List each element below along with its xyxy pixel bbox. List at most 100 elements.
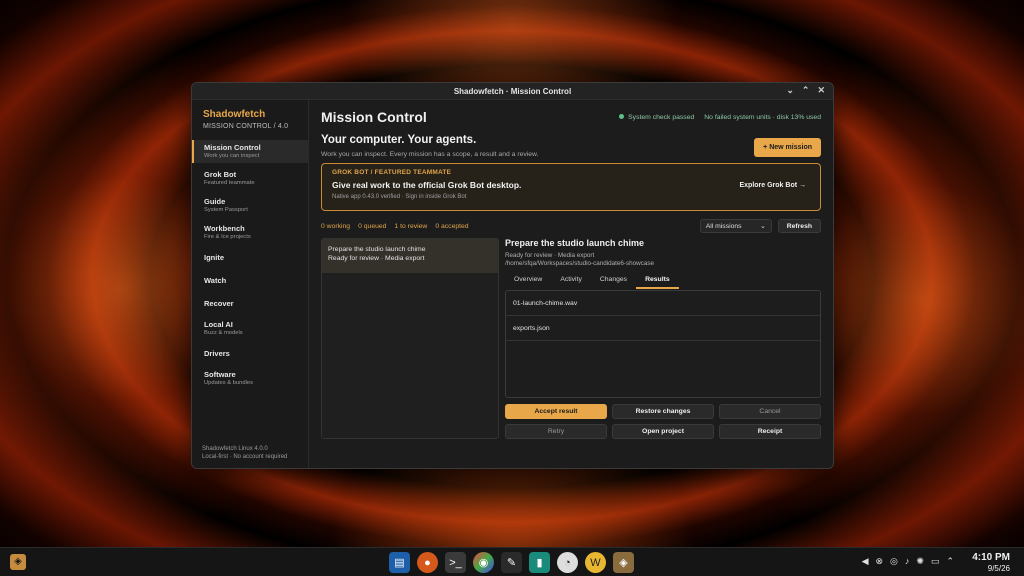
browser-icon[interactable]: ◉ xyxy=(473,552,494,573)
sidebar-item-label: Ignite xyxy=(204,253,224,262)
feature-meta: Native app 0.43.0 verified · Sign in ins… xyxy=(332,194,467,200)
volume-icon[interactable]: ♪ xyxy=(905,556,910,567)
sidebar-item-label: Recover xyxy=(204,299,234,308)
mission-list: Prepare the studio launch chime Ready fo… xyxy=(321,238,499,439)
sidebar-item-drivers[interactable]: Drivers xyxy=(192,344,308,363)
app-launcher-icon[interactable]: ◈ xyxy=(10,554,26,570)
new-mission-button[interactable]: + New mission xyxy=(754,138,821,157)
terminal-icon[interactable]: >_ xyxy=(445,552,466,573)
refresh-button[interactable]: Refresh xyxy=(777,219,821,233)
clock-date: 9/5/26 xyxy=(987,564,1010,573)
sidebar-item-grok-bot[interactable]: Grok Bot Featured teammate xyxy=(192,167,308,190)
hero-subtitle: Work you can inspect. Every mission has … xyxy=(321,151,539,158)
sidebar-item-label: Watch xyxy=(204,276,227,285)
cancel-button[interactable]: Cancel xyxy=(719,404,821,419)
firefox-icon[interactable]: ● xyxy=(417,552,438,573)
taskbar-apps: ▤ ● >_ ◉ ✎ ▮ ◔ W ◈ xyxy=(389,552,634,573)
accept-result-button[interactable]: Accept result xyxy=(505,404,607,419)
detail-path: /home/sfqa/Workspaces/studio-candidate6-… xyxy=(505,260,654,267)
explore-grok-bot-link[interactable]: Explore Grok Bot → xyxy=(739,182,806,189)
window-title: Shadowfetch · Mission Control xyxy=(453,86,572,96)
chevron-up-icon[interactable]: ⌃ xyxy=(946,556,954,567)
sidebar-item-label: Workbench xyxy=(204,224,245,233)
status-check: System check passed xyxy=(619,114,694,121)
mission-state: Ready for review · Media export xyxy=(328,255,425,262)
sidebar-item-sub: Work you can inspect xyxy=(204,153,260,159)
display-icon[interactable]: ▭ xyxy=(931,556,940,567)
sidebar-item-workbench[interactable]: Workbench Fire & Ice projects xyxy=(192,221,308,244)
sidebar-item-mission-control[interactable]: Mission Control Work you can inspect xyxy=(192,140,308,163)
close-icon[interactable]: ✕ xyxy=(817,85,825,96)
system-status: System check passed No failed system uni… xyxy=(619,114,821,121)
dashboard-icon[interactable]: ◔ xyxy=(557,552,578,573)
open-project-button[interactable]: Open project xyxy=(612,424,714,439)
count-review: 1 to review xyxy=(394,222,428,230)
mission-counts: 0 working 0 queued 1 to review 0 accepte… xyxy=(321,223,469,230)
wiki-icon[interactable]: W xyxy=(585,552,606,573)
sidebar-item-local-ai[interactable]: Local AI Buzz & models xyxy=(192,317,308,340)
gimp-icon[interactable]: ✎ xyxy=(501,552,522,573)
minimize-icon[interactable]: ⌄ xyxy=(786,85,794,96)
tab-results[interactable]: Results xyxy=(636,273,679,289)
count-queued: 0 queued xyxy=(358,222,387,230)
receipt-button[interactable]: Receipt xyxy=(719,424,821,439)
list-item[interactable]: exports.json xyxy=(506,316,820,341)
sidebar-item-guide[interactable]: Guide System Passport xyxy=(192,194,308,217)
sidebar-footer: Shadowfetch Linux 4.0.0 Local-first · No… xyxy=(202,445,287,461)
sidebar-item-label: Local AI xyxy=(204,320,233,329)
sidebar: Shadowfetch MISSION CONTROL / 4.0 Missio… xyxy=(192,100,309,468)
app-window: Shadowfetch · Mission Control ⌄ ⌃ ✕ Shad… xyxy=(191,82,834,469)
mission-name: Prepare the studio launch chime xyxy=(328,246,426,253)
sidebar-item-ignite[interactable]: Ignite xyxy=(192,248,308,267)
brand-subtitle: MISSION CONTROL / 4.0 xyxy=(203,123,289,130)
editor-icon[interactable]: ▮ xyxy=(529,552,550,573)
file-manager-icon[interactable]: ▤ xyxy=(389,552,410,573)
action-buttons: Accept result Restore changes Cancel Ret… xyxy=(505,404,821,439)
brand-name: Shadowfetch xyxy=(203,109,266,120)
featured-banner: GROK BOT / FEATURED TEAMMATE Give real w… xyxy=(321,163,821,211)
maximize-icon[interactable]: ⌃ xyxy=(802,85,810,96)
sidebar-item-sub: Updates & bundles xyxy=(204,380,253,386)
list-item[interactable]: 01-launch-chime.wav xyxy=(506,291,820,316)
network-icon[interactable]: ◎ xyxy=(890,556,898,567)
main-panel: Mission Control System check passed No f… xyxy=(309,100,833,468)
sidebar-item-label: Guide xyxy=(204,197,226,206)
restore-changes-button[interactable]: Restore changes xyxy=(612,404,714,419)
feature-title: Give real work to the official Grok Bot … xyxy=(332,180,522,190)
tab-activity[interactable]: Activity xyxy=(551,273,591,289)
count-working: 0 working xyxy=(321,222,351,230)
hero-title: Your computer. Your agents. xyxy=(321,134,477,146)
mission-filter-value: All missions xyxy=(705,222,742,230)
sidebar-item-software[interactable]: Software Updates & bundles xyxy=(192,367,308,390)
mission-detail: Prepare the studio launch chime Ready fo… xyxy=(505,238,821,439)
tab-overview[interactable]: Overview xyxy=(505,273,551,289)
sidebar-item-sub: Buzz & models xyxy=(204,330,243,336)
detail-title: Prepare the studio launch chime xyxy=(505,238,645,248)
os-tagline: Local-first · No account required xyxy=(202,454,288,460)
title-bar: Shadowfetch · Mission Control ⌄ ⌃ ✕ xyxy=(192,83,833,100)
sidebar-item-label: Mission Control xyxy=(204,143,261,152)
sidebar-item-label: Drivers xyxy=(204,349,230,358)
tab-changes[interactable]: Changes xyxy=(591,273,636,289)
page-title: Mission Control xyxy=(321,109,427,125)
taskbar: ◈ ▤ ● >_ ◉ ✎ ▮ ◔ W ◈ ◀ ⊗ ◎ ♪ ✺ ▭ ⌃ 4:10 … xyxy=(0,547,1024,576)
notification-icon[interactable]: ◀ xyxy=(862,556,869,567)
sidebar-item-sub: Fire & Ice projects xyxy=(204,234,251,240)
status-units: No failed system units · disk 13% used xyxy=(704,113,821,121)
sidebar-nav: Mission Control Work you can inspect Gro… xyxy=(192,140,308,390)
mission-filter-select[interactable]: All missions ⌄ xyxy=(699,219,772,233)
clock-time: 4:10 PM xyxy=(972,552,1010,563)
count-accepted: 0 accepted xyxy=(435,222,469,230)
sidebar-item-sub: System Passport xyxy=(204,207,248,213)
status-dot-icon xyxy=(619,114,625,120)
settings-icon[interactable]: ✺ xyxy=(916,556,924,567)
clipboard-icon[interactable]: ⊗ xyxy=(875,556,883,567)
list-item[interactable]: Prepare the studio launch chime Ready fo… xyxy=(322,239,498,273)
detail-tabs: Overview Activity Changes Results xyxy=(505,273,821,289)
clock[interactable]: 4:10 PM 9/5/26 xyxy=(972,552,1010,573)
sidebar-item-recover[interactable]: Recover xyxy=(192,294,308,313)
shadowfetch-icon[interactable]: ◈ xyxy=(613,552,634,573)
retry-button[interactable]: Retry xyxy=(505,424,607,439)
sidebar-item-watch[interactable]: Watch xyxy=(192,271,308,290)
feature-tag: GROK BOT / FEATURED TEAMMATE xyxy=(332,169,452,176)
